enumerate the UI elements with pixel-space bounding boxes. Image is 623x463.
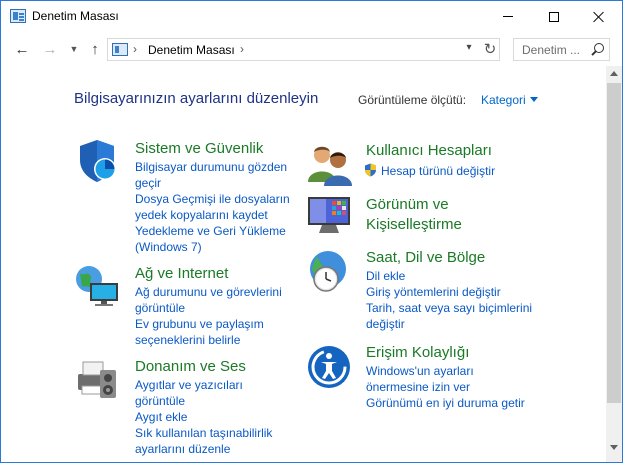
link-backup-restore[interactable]: Yedekleme ve Geri Yükleme xyxy=(135,223,286,239)
link-file-history-backup[interactable]: Dosya Geçmişi ile dosyaların xyxy=(135,191,290,207)
link-optimize-visual-display[interactable]: Görünümü en iyi duruma getir xyxy=(366,395,525,411)
page-title: Bilgisayarınızın ayarlarını düzenleyin xyxy=(74,90,319,107)
link-add-device[interactable]: Aygıt ekle xyxy=(135,409,187,425)
category-title-appearance[interactable]: Görünüm ve xyxy=(366,195,449,214)
forward-button[interactable]: → xyxy=(41,40,59,58)
link-network-status[interactable]: Ağ durumunu ve görevlerini xyxy=(135,284,282,300)
vertical-scrollbar[interactable] xyxy=(606,66,622,462)
link-change-input-methods[interactable]: Giriş yöntemlerini değiştir xyxy=(366,284,501,300)
title-bar[interactable]: Denetim Masası xyxy=(1,1,622,32)
link-let-windows-suggest[interactable]: Windows'un ayarları xyxy=(366,363,474,379)
shield-icon[interactable] xyxy=(74,138,120,184)
address-bar[interactable]: › Denetim Masası › ▾ ↻ xyxy=(107,38,500,61)
search-placeholder: Denetim ... xyxy=(522,43,581,57)
link-change-account-type[interactable]: Hesap türünü değiştir xyxy=(381,163,495,179)
refresh-button[interactable]: ↻ xyxy=(482,40,498,58)
search-icon[interactable] xyxy=(590,43,604,57)
scrollbar-thumb[interactable] xyxy=(607,83,621,403)
category-title-network-internet[interactable]: Ağ ve Internet xyxy=(135,264,228,283)
network-icon[interactable] xyxy=(74,263,120,309)
navigation-bar: ← → ▼ ↑ › Denetim Masası › ▾ ↻ Denetim .… xyxy=(1,32,622,66)
link-mobility-settings[interactable]: Sık kullanılan taşınabilirlik xyxy=(135,425,272,441)
minimize-icon xyxy=(503,16,513,17)
category-title-hardware-sound[interactable]: Donanım ve Ses xyxy=(135,357,246,376)
search-input[interactable]: Denetim ... xyxy=(513,38,610,61)
window-title: Denetim Masası xyxy=(32,9,119,23)
chevron-down-icon[interactable] xyxy=(530,97,538,102)
link-mobility-settings-cont[interactable]: ayarlarını düzenle xyxy=(135,441,230,457)
printer-icon[interactable] xyxy=(74,356,120,402)
close-button[interactable] xyxy=(576,1,622,32)
link-review-computer-status-cont[interactable]: geçir xyxy=(135,175,161,191)
link-devices-printers-cont[interactable]: görüntüle xyxy=(135,393,185,409)
scroll-down-icon[interactable] xyxy=(610,445,618,450)
link-file-history-backup-cont[interactable]: yedek kopyalarını kaydet xyxy=(135,207,268,223)
link-network-status-cont[interactable]: görüntüle xyxy=(135,300,185,316)
accessibility-icon[interactable] xyxy=(306,344,352,390)
view-by-dropdown[interactable]: Kategori xyxy=(481,93,526,107)
main-content: Bilgisayarınızın ayarlarını düzenleyin G… xyxy=(1,66,606,462)
link-homegroup-sharing[interactable]: Ev grubunu ve paylaşım xyxy=(135,316,264,332)
control-panel-icon xyxy=(112,43,128,56)
category-title-ease-of-access[interactable]: Erişim Kolaylığı xyxy=(366,343,469,362)
maximize-button[interactable] xyxy=(531,1,577,32)
link-review-computer-status[interactable]: Bilgisayar durumunu gözden xyxy=(135,159,287,175)
appearance-icon[interactable] xyxy=(306,191,352,237)
category-title-personalization[interactable]: Kişiselleştirme xyxy=(366,215,462,234)
recent-locations-button[interactable]: ▼ xyxy=(65,40,83,58)
control-panel-icon xyxy=(10,9,26,23)
users-icon[interactable] xyxy=(306,142,352,188)
link-homegroup-sharing-cont[interactable]: seçeneklerini belirle xyxy=(135,332,240,348)
breadcrumb-control-panel[interactable]: Denetim Masası xyxy=(148,43,235,57)
address-dropdown-button[interactable]: ▾ xyxy=(461,42,477,58)
category-title-clock-region[interactable]: Saat, Dil ve Bölge xyxy=(366,248,485,267)
maximize-icon xyxy=(549,11,559,22)
scroll-up-icon[interactable] xyxy=(610,71,618,76)
control-panel-window: Denetim Masası ← → ▼ ↑ › Denetim Masası … xyxy=(0,0,623,463)
link-change-date-formats-cont[interactable]: değiştir xyxy=(366,316,405,332)
category-title-system-security[interactable]: Sistem ve Güvenlik xyxy=(135,139,263,158)
view-by-label: Görüntüleme ölçütü: xyxy=(358,93,467,107)
link-backup-restore-cont[interactable]: (Windows 7) xyxy=(135,239,202,255)
breadcrumb-separator[interactable]: › xyxy=(133,42,137,56)
back-button[interactable]: ← xyxy=(13,40,31,58)
link-change-date-formats[interactable]: Tarih, saat veya sayı biçimlerini xyxy=(366,300,532,316)
close-icon xyxy=(593,11,605,23)
minimize-button[interactable] xyxy=(485,1,531,32)
link-add-language[interactable]: Dil ekle xyxy=(366,268,405,284)
category-title-user-accounts[interactable]: Kullanıcı Hesapları xyxy=(366,141,492,160)
link-devices-printers[interactable]: Aygıtlar ve yazıcıları xyxy=(135,377,243,393)
breadcrumb-separator[interactable]: › xyxy=(240,42,244,56)
clock-globe-icon[interactable] xyxy=(306,249,352,295)
link-let-windows-suggest-cont[interactable]: önermesine izin ver xyxy=(366,379,470,395)
up-button[interactable]: ↑ xyxy=(86,40,104,58)
uac-shield-icon xyxy=(365,163,376,177)
